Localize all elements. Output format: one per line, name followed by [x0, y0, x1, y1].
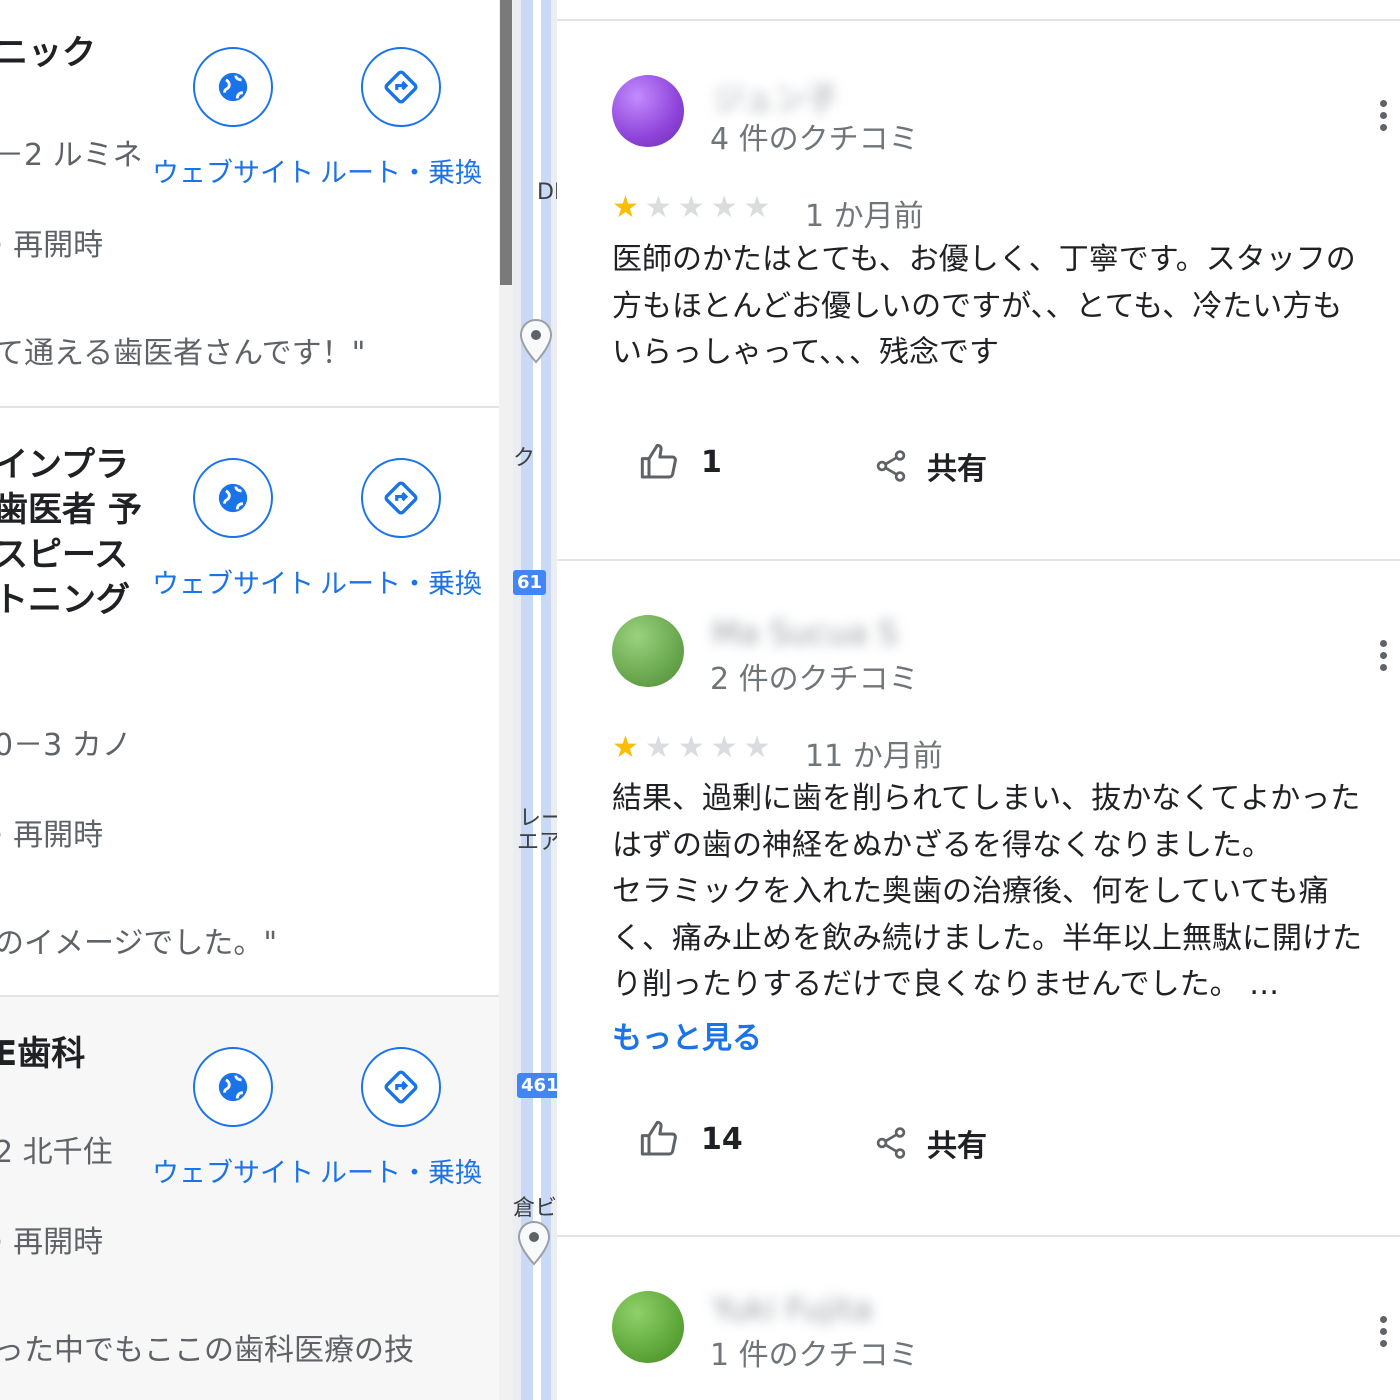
reviewer-name[interactable]: Ma Sucua S: [712, 614, 898, 652]
divider: [557, 19, 1400, 21]
more-link[interactable]: もっと見る: [612, 1013, 762, 1057]
map-view[interactable]: DE ク 61 レー エア 461 倉ビ: [513, 0, 557, 1400]
review-text: 結果、過剰に歯を削られてしまい、抜かなくてよかった はずの歯の神経をぬかざるを得…: [612, 781, 1362, 1002]
place-result[interactable]: ニック －2 ルミネ · 再開時 て通える歯医者さんです！" ウェブサイト ルー…: [0, 0, 500, 407]
globe-icon: [193, 458, 273, 538]
more-options-icon[interactable]: [1380, 1316, 1388, 1352]
map-label: ク: [513, 446, 536, 471]
place-name: インプラ: [0, 445, 129, 485]
website-button[interactable]: ウェブサイト: [148, 1047, 318, 1190]
divider: [557, 1235, 1400, 1237]
place-review-snippet: のイメージでした。": [0, 926, 278, 961]
place-address: 0－3 カノ: [0, 728, 132, 763]
share-button[interactable]: 共有: [873, 444, 987, 488]
directions-button[interactable]: ルート・乗換: [316, 458, 486, 601]
directions-icon: [361, 458, 441, 538]
review-date: 11 か月前: [805, 739, 943, 774]
divider: [557, 559, 1400, 561]
place-name: ニック: [0, 33, 96, 73]
route-badge: 461: [517, 1073, 557, 1098]
place-name: 歯医者 予: [0, 490, 142, 530]
place-review-snippet: て通える歯医者さんです！": [0, 336, 366, 371]
reviewer-name[interactable]: Yuki Fujita: [712, 1290, 873, 1328]
place-name: スピース: [0, 535, 129, 575]
directions-icon: [361, 47, 441, 127]
share-label: 共有: [927, 1129, 987, 1164]
reviewer-review-count: 1 件のクチコミ: [710, 1338, 919, 1373]
like-count: 14: [701, 1121, 743, 1157]
place-result[interactable]: インプラ 歯医者 予 スピース トニング 0－3 カノ · 再開時 のイメージで…: [0, 408, 500, 996]
place-result[interactable]: E歯科 2 北千住 · 再開時 った中でもここの歯科医療の技 ウェブサイト ルー…: [0, 997, 500, 1400]
directions-button[interactable]: ルート・乗換: [316, 1047, 486, 1190]
avatar[interactable]: [612, 615, 684, 687]
reviewer-review-count: 4 件のクチコミ: [710, 122, 919, 157]
map-label: DE: [537, 180, 557, 205]
directions-label: ルート・乗換: [320, 158, 482, 189]
globe-icon: [193, 1047, 273, 1127]
star-filled-icon: ★: [612, 190, 645, 225]
route-badge: 61: [513, 570, 547, 595]
star-rating: ★★★★★: [612, 190, 776, 225]
directions-label: ルート・乗換: [320, 569, 482, 600]
map-pin-icon[interactable]: [519, 318, 553, 364]
place-review-snippet: った中でもここの歯科医療の技: [0, 1333, 414, 1368]
place-name: トニング: [0, 580, 130, 620]
scrollbar-thumb[interactable]: [500, 0, 512, 285]
like-button[interactable]: 1: [639, 442, 722, 482]
globe-icon: [193, 47, 273, 127]
map-label: 倉ビ: [513, 1196, 557, 1221]
star-rating: ★★★★★: [612, 730, 776, 765]
website-label: ウェブサイト: [152, 1158, 314, 1189]
reviews-panel[interactable]: ジュン子 4 件のクチコミ ★★★★★ 1 か月前 医師のかたはとても、お優しく…: [557, 0, 1400, 1400]
review-date: 1 か月前: [805, 199, 924, 234]
share-icon: [876, 1127, 906, 1159]
avatar[interactable]: [612, 75, 684, 147]
place-address: 2 北千住: [0, 1135, 113, 1170]
star-empty-icon: ★★★★: [644, 730, 777, 765]
place-name: E歯科: [0, 1034, 86, 1074]
website-label: ウェブサイト: [152, 158, 314, 189]
thumbs-up-icon: [640, 443, 677, 479]
place-hours: · 再開時: [0, 228, 104, 263]
website-label: ウェブサイト: [152, 569, 314, 600]
more-options-icon[interactable]: [1380, 640, 1388, 676]
like-count: 1: [701, 444, 722, 480]
share-label: 共有: [927, 452, 987, 487]
place-address: －2 ルミネ: [0, 138, 143, 173]
directions-label: ルート・乗換: [320, 1158, 482, 1189]
map-pin-icon[interactable]: [517, 1220, 551, 1266]
share-icon: [876, 450, 906, 482]
place-hours: · 再開時: [0, 1225, 104, 1260]
review-text: 医師のかたはとても、お優しく、丁寧です。スタッフの 方もほとんどお優しいのですが…: [612, 242, 1356, 370]
reviewer-review-count: 2 件のクチコミ: [710, 662, 919, 697]
more-options-icon[interactable]: [1380, 100, 1388, 136]
star-filled-icon: ★: [612, 730, 645, 765]
avatar[interactable]: [612, 1291, 684, 1363]
website-button[interactable]: ウェブサイト: [148, 47, 318, 190]
thumbs-up-icon: [640, 1120, 677, 1156]
website-button[interactable]: ウェブサイト: [148, 458, 318, 601]
star-empty-icon: ★★★★: [644, 190, 777, 225]
directions-button[interactable]: ルート・乗換: [316, 47, 486, 190]
like-button[interactable]: 14: [639, 1119, 743, 1159]
place-hours: · 再開時: [0, 818, 104, 853]
directions-icon: [361, 1047, 441, 1127]
map-label: エア: [517, 830, 557, 855]
share-button[interactable]: 共有: [873, 1121, 987, 1165]
results-list-panel[interactable]: ニック －2 ルミネ · 再開時 て通える歯医者さんです！" ウェブサイト ルー…: [0, 0, 500, 1400]
